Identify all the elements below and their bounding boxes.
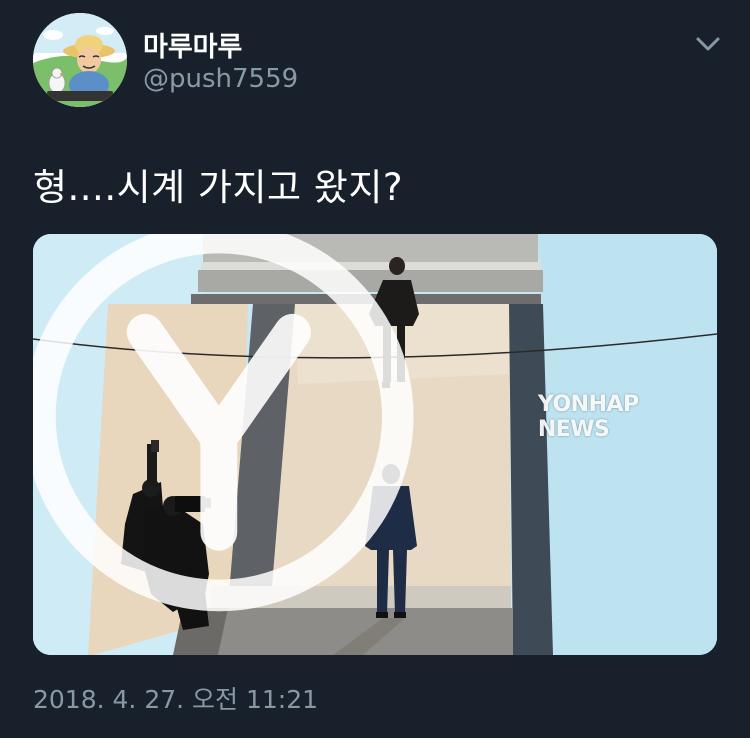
tweet-card: 마루마루 @push7559 형....시계 가지고 왔지? YONHAP NE… — [0, 0, 750, 738]
watermark: YONHAP NEWS — [33, 234, 701, 627]
tweet-photo[interactable]: YONHAP NEWS — [33, 234, 717, 655]
tweet-timestamp[interactable]: 2018. 4. 27. 오전 11:21 — [33, 680, 318, 716]
display-name[interactable]: 마루마루 — [143, 25, 242, 64]
chevron-down-icon[interactable] — [694, 32, 722, 56]
user-handle[interactable]: @push7559 — [143, 64, 298, 94]
avatar[interactable] — [33, 13, 127, 107]
watermark-text: YONHAP NEWS — [537, 391, 639, 442]
avatar-illustration — [33, 13, 127, 107]
tweet-text: 형....시계 가지고 왔지? — [33, 166, 404, 209]
yonhap-logo-icon — [33, 234, 414, 612]
